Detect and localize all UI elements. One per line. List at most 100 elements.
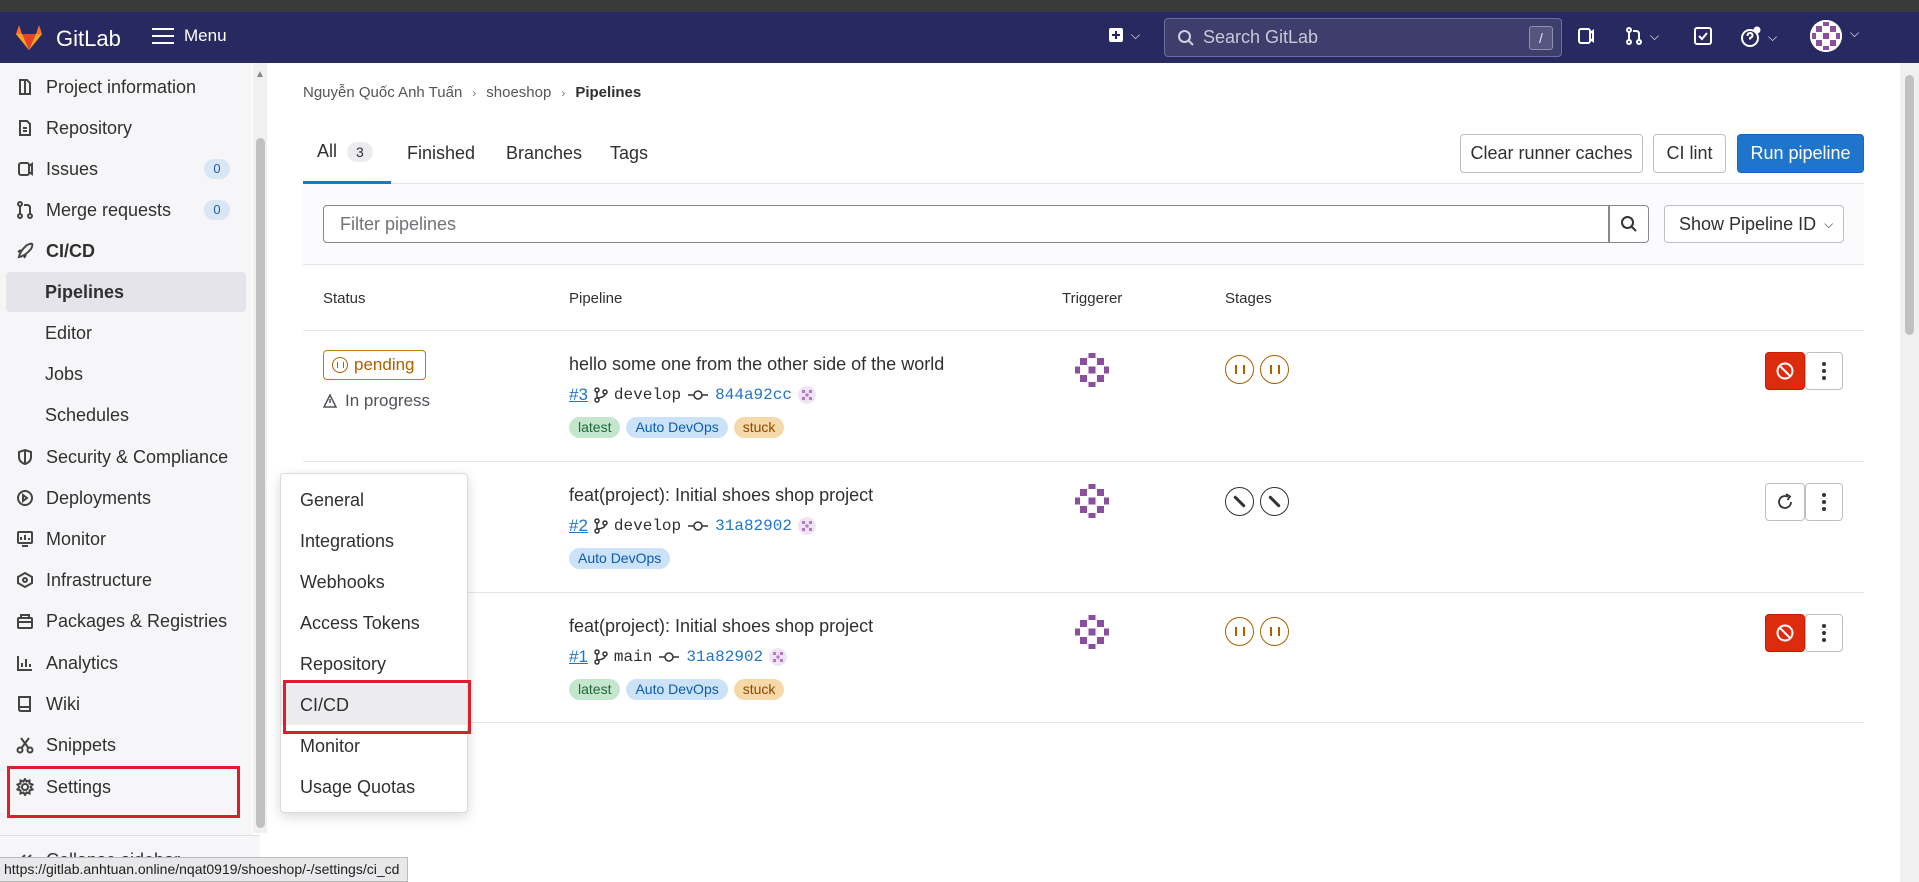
status-badge-pending[interactable]: pending xyxy=(323,350,426,380)
chevron-down-icon: ⌵ xyxy=(1824,216,1834,231)
sidebar-item-packages-registries[interactable]: Packages & Registries xyxy=(0,601,252,641)
column-header-pipeline: Pipeline xyxy=(569,290,623,307)
chevron-down-icon: ⌵ xyxy=(1650,28,1660,43)
settings-menu-integrations[interactable]: Integrations xyxy=(281,521,467,561)
search-input[interactable] xyxy=(1203,27,1523,48)
pipeline-commit-title[interactable]: feat(project): Initial shoes shop projec… xyxy=(569,616,873,637)
sidebar-item-repository[interactable]: Repository xyxy=(0,108,252,148)
stage-pending-icon[interactable] xyxy=(1225,355,1254,384)
stage-pending-icon[interactable] xyxy=(1225,617,1254,646)
pipeline-commit-title[interactable]: hello some one from the other side of th… xyxy=(569,354,944,375)
search-box[interactable]: / xyxy=(1164,18,1562,57)
run-pipeline-button[interactable]: Run pipeline xyxy=(1737,134,1864,173)
pipeline-ref[interactable]: develop xyxy=(614,517,681,535)
pipeline-more-actions-button[interactable] xyxy=(1805,483,1843,521)
sidebar-scrollbar[interactable]: ▲ xyxy=(253,63,267,833)
pipeline-commit-sha[interactable]: 31a82902 xyxy=(715,517,792,535)
scroll-up-icon[interactable]: ▲ xyxy=(255,69,265,80)
todos-top-button[interactable] xyxy=(1693,26,1713,46)
settings-menu-general[interactable]: General xyxy=(281,480,467,520)
breadcrumb-user[interactable]: Nguyễn Quốc Anh Tuấn xyxy=(303,84,462,101)
tab-all[interactable]: All 3 xyxy=(303,122,391,184)
merge-requests-top-button[interactable]: ⌵ xyxy=(1624,26,1659,46)
sidebar-item-security-compliance[interactable]: Security & Compliance xyxy=(0,437,252,477)
sidebar-item-label: Merge requests xyxy=(46,199,172,220)
commit-author-avatar[interactable] xyxy=(797,517,816,535)
sidebar-item-label: Repository xyxy=(46,117,133,138)
tag-auto-devops[interactable]: Auto DevOps xyxy=(626,679,728,700)
filter-search-button[interactable] xyxy=(1609,205,1649,243)
page-scrollbar[interactable] xyxy=(1900,63,1919,882)
stage-pending-icon[interactable] xyxy=(1260,355,1289,384)
new-dropdown[interactable]: ⌵ xyxy=(1107,26,1140,44)
settings-menu-repository[interactable]: Repository xyxy=(281,644,467,684)
settings-menu-webhooks[interactable]: Webhooks xyxy=(281,562,467,602)
pipeline-ref[interactable]: main xyxy=(614,648,652,666)
tab-finished[interactable]: Finished xyxy=(407,122,475,184)
brand-name[interactable]: GitLab xyxy=(56,26,121,52)
page-scrollbar-thumb[interactable] xyxy=(1905,75,1914,335)
stage-skipped-icon[interactable] xyxy=(1260,487,1289,516)
ci-lint-button[interactable]: CI lint xyxy=(1653,134,1726,173)
sidebar-item-monitor[interactable]: Monitor xyxy=(0,519,252,559)
sidebar-item-analytics[interactable]: Analytics xyxy=(0,643,252,683)
tag-latest[interactable]: latest xyxy=(569,417,621,438)
breadcrumb-project[interactable]: shoeshop xyxy=(486,84,551,101)
sidebar-item-schedules[interactable]: Schedules xyxy=(0,395,252,435)
sidebar-item-deployments[interactable]: Deployments xyxy=(0,478,252,518)
retry-pipeline-button[interactable] xyxy=(1765,483,1805,521)
pipeline-commit-title[interactable]: feat(project): Initial shoes shop projec… xyxy=(569,485,873,506)
breadcrumb-current[interactable]: Pipelines xyxy=(575,84,641,101)
sidebar-item-jobs[interactable]: Jobs xyxy=(0,354,252,394)
tag-latest[interactable]: latest xyxy=(569,679,621,700)
commit-author-avatar[interactable] xyxy=(797,386,816,404)
cancel-pipeline-button[interactable] xyxy=(1765,614,1805,652)
sidebar-item-cicd[interactable]: CI/CD xyxy=(0,231,252,271)
help-top-button[interactable]: ⌵ xyxy=(1740,26,1777,48)
tag-stuck[interactable]: stuck xyxy=(733,679,785,700)
sidebar-item-issues[interactable]: Issues 0 xyxy=(0,149,252,189)
sidebar-item-merge-requests[interactable]: Merge requests 0 xyxy=(0,190,252,230)
triggerer-avatar[interactable] xyxy=(1072,350,1112,390)
pipeline-tags: latest Auto DevOps stuck xyxy=(569,679,785,700)
cancel-pipeline-button[interactable] xyxy=(1765,352,1805,390)
gitlab-logo-icon[interactable] xyxy=(14,23,44,51)
user-avatar[interactable] xyxy=(1810,20,1842,52)
stage-pending-icon[interactable] xyxy=(1260,617,1289,646)
commit-author-avatar[interactable] xyxy=(769,648,788,666)
hamburger-icon xyxy=(152,28,174,44)
plus-square-icon xyxy=(1109,28,1123,42)
branch-icon xyxy=(594,649,608,665)
tag-auto-devops[interactable]: Auto DevOps xyxy=(626,417,728,438)
sidebar-item-project-information[interactable]: Project information xyxy=(0,67,252,107)
triggerer-avatar[interactable] xyxy=(1072,481,1112,521)
show-pipeline-id-dropdown[interactable]: Show Pipeline ID ⌵ xyxy=(1664,205,1844,243)
chevron-down-icon[interactable]: ⌵ xyxy=(1850,26,1859,41)
sidebar-item-editor[interactable]: Editor xyxy=(0,313,252,353)
tag-stuck[interactable]: stuck xyxy=(733,417,785,438)
stage-skipped-icon[interactable] xyxy=(1225,487,1254,516)
pipeline-commit-sha[interactable]: 31a82902 xyxy=(686,648,763,666)
pipeline-id-link[interactable]: #2 xyxy=(569,516,588,536)
issues-top-button[interactable] xyxy=(1576,26,1596,46)
pipeline-id-link[interactable]: #1 xyxy=(569,647,588,667)
triggerer-avatar[interactable] xyxy=(1072,612,1112,652)
settings-menu-usage-quotas[interactable]: Usage Quotas xyxy=(281,767,467,807)
sidebar-item-wiki[interactable]: Wiki xyxy=(0,684,252,724)
clear-runner-caches-button[interactable]: Clear runner caches xyxy=(1460,134,1643,173)
settings-menu-access-tokens[interactable]: Access Tokens xyxy=(281,603,467,643)
pipeline-id-link[interactable]: #3 xyxy=(569,385,588,405)
sidebar-item-pipelines[interactable]: Pipelines xyxy=(6,272,246,312)
tag-auto-devops[interactable]: Auto DevOps xyxy=(569,548,671,569)
pipeline-ref[interactable]: develop xyxy=(614,386,681,404)
sidebar-item-infrastructure[interactable]: Infrastructure xyxy=(0,560,252,600)
tab-branches[interactable]: Branches xyxy=(506,122,582,184)
pipeline-commit-sha[interactable]: 844a92cc xyxy=(715,386,792,404)
tab-tags[interactable]: Tags xyxy=(610,122,648,184)
pipeline-more-actions-button[interactable] xyxy=(1805,352,1843,390)
pipeline-more-actions-button[interactable] xyxy=(1805,614,1843,652)
filter-pipelines-input[interactable] xyxy=(323,205,1609,243)
sidebar-item-snippets[interactable]: Snippets xyxy=(0,725,252,765)
menu-button[interactable]: Menu xyxy=(152,26,227,46)
sidebar-scrollbar-thumb[interactable] xyxy=(256,138,265,828)
